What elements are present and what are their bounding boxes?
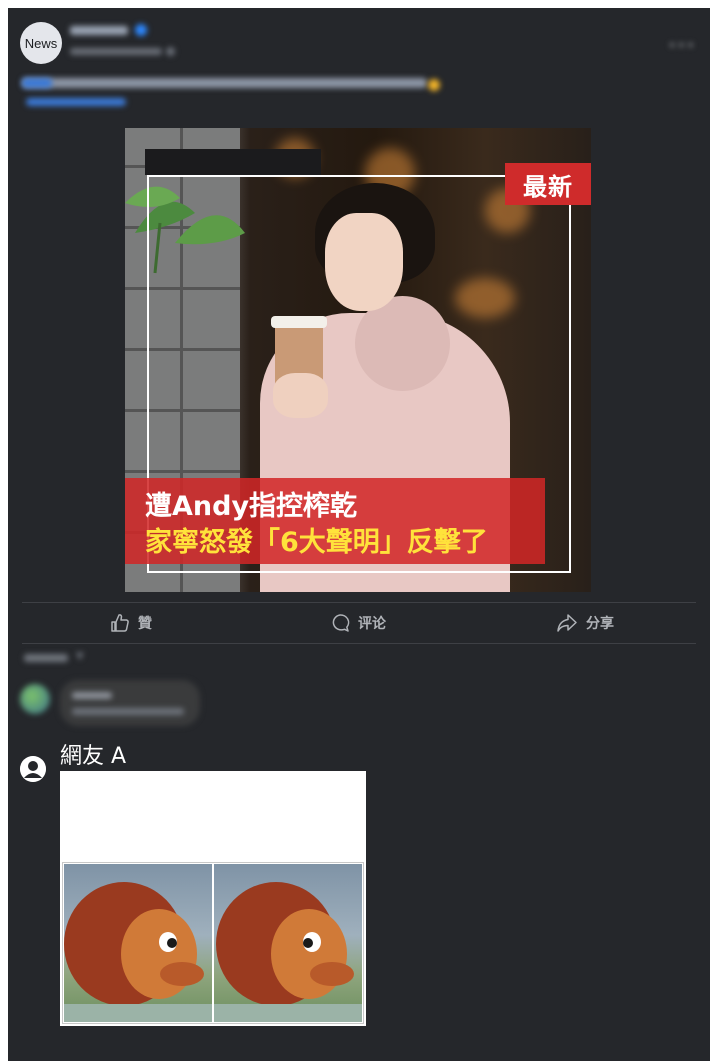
default-user-icon[interactable]: [20, 756, 46, 782]
comment-text-redacted: [72, 708, 184, 715]
comment-bubble-icon: [332, 614, 350, 632]
emoji-icon: [428, 79, 440, 91]
like-label: 贊: [138, 616, 152, 632]
post-card: News ••• 最新 遭Andy指控榨乾 家寧怒發「6大聲明」反擊了 贊 评论…: [8, 8, 710, 1061]
more-options-icon[interactable]: •••: [668, 38, 696, 54]
commenter-name-redacted[interactable]: [72, 692, 112, 699]
meme-panel-right: [214, 864, 362, 1022]
verified-badge-icon: [135, 24, 147, 36]
caption-link-redacted[interactable]: [26, 98, 126, 106]
puppet-monkey-image: [64, 882, 212, 1022]
post-image[interactable]: 最新 遭Andy指控榨乾 家寧怒發「6大聲明」反擊了: [125, 128, 591, 592]
caption-hashtag-redacted[interactable]: [22, 78, 52, 88]
user-silhouette-icon: [20, 756, 46, 782]
share-button[interactable]: 分享: [556, 612, 614, 634]
avatar-label: News: [24, 35, 58, 51]
reaction-image[interactable]: [60, 771, 366, 1026]
puppet-monkey-image: [214, 882, 362, 1022]
headline-line-1: 遭Andy指控榨乾: [145, 491, 358, 522]
comment-sort-redacted[interactable]: [24, 654, 68, 662]
redaction-bar: [145, 149, 321, 175]
comment-label: 评论: [358, 616, 386, 632]
divider-bottom: [22, 643, 696, 644]
commenter-avatar[interactable]: [20, 684, 50, 714]
reply-user-name[interactable]: 網友 A: [60, 738, 126, 770]
latest-badge: 最新: [505, 163, 591, 205]
divider-top: [22, 602, 696, 603]
page-name-redacted[interactable]: [70, 26, 128, 35]
comment-bubble-redacted: [60, 680, 200, 726]
like-button[interactable]: 贊: [110, 612, 152, 634]
headline-line-2: 家寧怒發「6大聲明」反擊了: [145, 527, 488, 558]
comment-button[interactable]: 评论: [330, 612, 386, 634]
post-caption-redacted: [22, 78, 427, 88]
page-avatar[interactable]: News: [20, 22, 62, 64]
meme-panel-left: [64, 864, 212, 1022]
thumbs-up-icon: [111, 614, 129, 632]
share-label: 分享: [586, 616, 614, 632]
post-timestamp-redacted[interactable]: [70, 48, 162, 55]
chevron-down-icon[interactable]: ▼: [76, 651, 84, 662]
globe-icon: [166, 47, 175, 56]
share-arrow-icon: [557, 614, 577, 632]
